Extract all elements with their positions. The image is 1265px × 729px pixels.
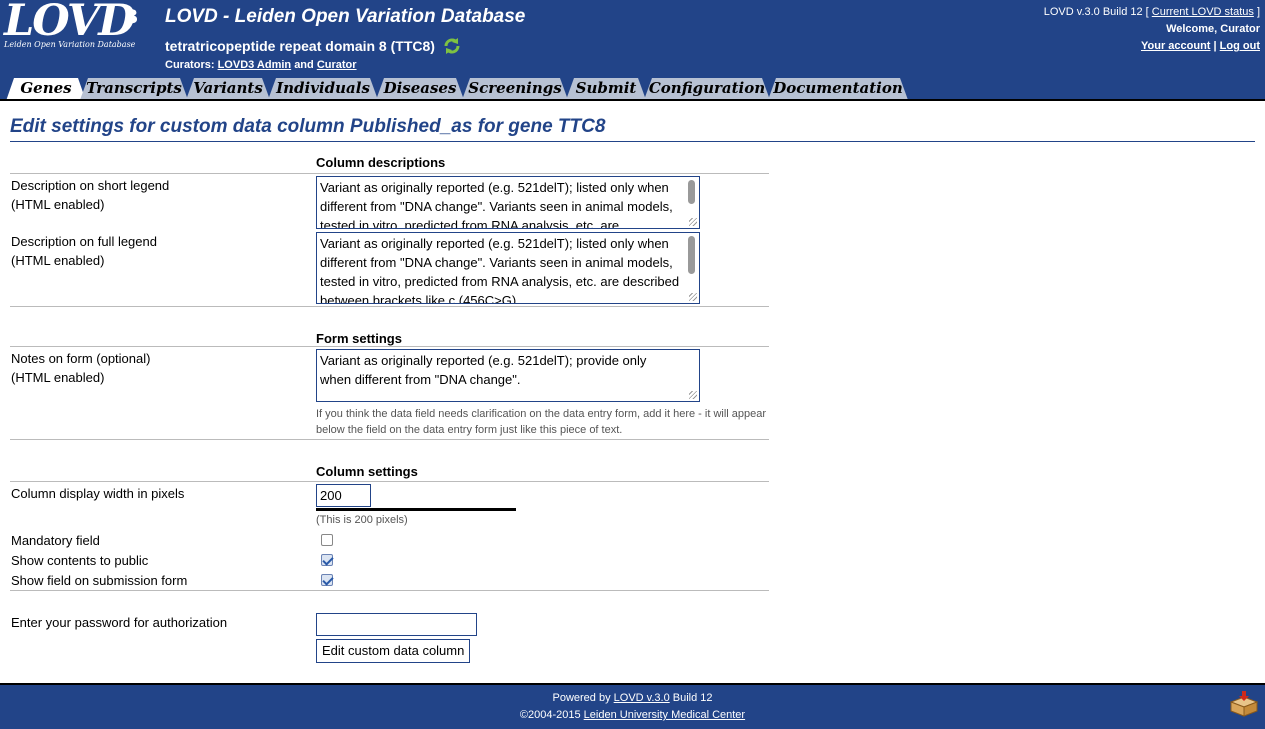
submission-label: Show field on submission form [11,573,188,588]
mandatory-label: Mandatory field [11,533,100,548]
your-account-link[interactable]: Your account [1141,40,1210,52]
lovd-logo[interactable]: LOVD 3 Leiden Open Variation Database [4,0,154,50]
notes-value: Variant as originally reported (e.g. 521… [320,353,647,387]
short-legend-label: Description on short legend (HTML enable… [11,176,169,214]
notes-label-note: (HTML enabled) [11,370,105,385]
section-column-descriptions: Column descriptions [316,155,446,170]
welcome-text: Welcome, Curator [1166,23,1260,35]
tab-screenings[interactable]: Screenings [462,78,568,100]
gene-title: tetratricopeptide repeat domain 8 (TTC8) [165,37,461,58]
short-legend-textarea[interactable]: Variant as originally reported (e.g. 521… [316,176,700,229]
full-legend-value: Variant as originally reported (e.g. 521… [320,236,680,304]
link-separator: | [1213,40,1217,52]
powered-prefix: Powered by [552,692,611,704]
page-title: Edit settings for custom data column Pub… [10,116,606,137]
divider [10,173,769,174]
package-icon[interactable] [1229,691,1259,720]
tab-variants[interactable]: Variants [186,78,270,100]
curator-link-curator[interactable]: Curator [317,59,357,71]
notes-label-text: Notes on form (optional) [11,351,151,366]
curators-line: Curators: LOVD3 Admin and Curator [165,59,357,71]
divider [10,306,769,307]
edit-custom-column-button[interactable]: Edit custom data column [316,639,471,663]
divider [10,346,769,347]
refresh-icon[interactable] [443,37,461,58]
app-title: LOVD - Leiden Open Variation Database [165,6,526,27]
copyright-prefix: ©2004-2015 [519,709,581,721]
logo-version: 3 [125,6,139,28]
page-header: LOVD 3 Leiden Open Variation Database LO… [0,0,1265,76]
powered-suffix: Build 12 [672,692,713,704]
submission-checkbox[interactable] [321,574,333,586]
notes-textarea[interactable]: Variant as originally reported (e.g. 521… [316,349,700,402]
notes-label: Notes on form (optional) (HTML enabled) [11,349,150,387]
copyright-line: ©2004-2015 Leiden University Medical Cen… [0,709,1265,721]
section-column-settings: Column settings [316,464,418,479]
password-input[interactable] [316,613,477,636]
curators-and: and [294,59,314,71]
width-label: Column display width in pixels [11,486,185,501]
divider [10,590,769,591]
user-status-area: LOVD v.3.0 Build 12 [ Current LOVD statu… [1044,4,1260,55]
width-note: (This is 200 pixels) [316,514,408,526]
full-legend-textarea[interactable]: Variant as originally reported (e.g. 521… [316,232,700,304]
full-legend-label-text: Description on full legend [11,234,157,249]
version-text: LOVD v.3.0 Build 12 [ [1043,6,1149,18]
tab-submit[interactable]: Submit [566,78,646,100]
textarea-scrollbar[interactable] [688,236,695,274]
full-legend-label-note: (HTML enabled) [11,253,105,268]
gene-title-text: tetratricopeptide repeat domain 8 (TTC8) [165,38,435,55]
divider [10,439,769,440]
tab-diseases[interactable]: Diseases [376,78,464,100]
tab-documentation[interactable]: Documentation [768,78,908,100]
short-legend-label-note: (HTML enabled) [11,197,105,212]
lumc-link[interactable]: Leiden University Medical Center [584,709,745,721]
column-width-input[interactable] [316,484,371,507]
resize-grip-icon[interactable] [689,218,697,226]
notes-hint: If you think the data field needs clarif… [316,408,767,436]
current-status-link[interactable]: Current LOVD status [1152,6,1254,18]
logo-subtitle: Leiden Open Variation Database [4,40,136,49]
title-divider [10,141,1255,142]
tab-transcripts[interactable]: Transcripts [80,78,188,100]
curators-label: Curators: [165,59,215,71]
section-form-settings: Form settings [316,331,402,346]
resize-grip-icon[interactable] [689,293,697,301]
mandatory-checkbox[interactable] [321,534,333,546]
resize-grip-icon[interactable] [689,391,697,399]
footer-border [0,683,1265,685]
powered-by-line: Powered by LOVD v.3.0 Build 12 [0,692,1265,704]
short-legend-label-text: Description on short legend [11,178,170,193]
public-label: Show contents to public [11,553,149,568]
tab-configuration[interactable]: Configuration [644,78,770,100]
textarea-scrollbar[interactable] [688,180,695,204]
divider [10,481,769,482]
logout-link[interactable]: Log out [1220,40,1260,52]
full-legend-label: Description on full legend (HTML enabled… [11,232,157,270]
curator-link-admin[interactable]: LOVD3 Admin [218,59,292,71]
width-preview-bar [316,508,516,511]
version-close: ] [1256,6,1260,18]
password-label: Enter your password for authorization [11,615,228,630]
tab-individuals[interactable]: Individuals [268,78,378,100]
page-footer: Powered by LOVD v.3.0 Build 12 ©2004-201… [0,683,1265,729]
short-legend-value: Variant as originally reported (e.g. 521… [320,180,673,229]
tab-genes[interactable]: Genes [6,78,86,101]
lovd-version-link[interactable]: LOVD v.3.0 [614,692,670,704]
main-tabs: Genes Transcripts Variants Individuals D… [0,76,1265,100]
public-checkbox[interactable] [321,554,333,566]
tab-underline [0,99,1265,101]
